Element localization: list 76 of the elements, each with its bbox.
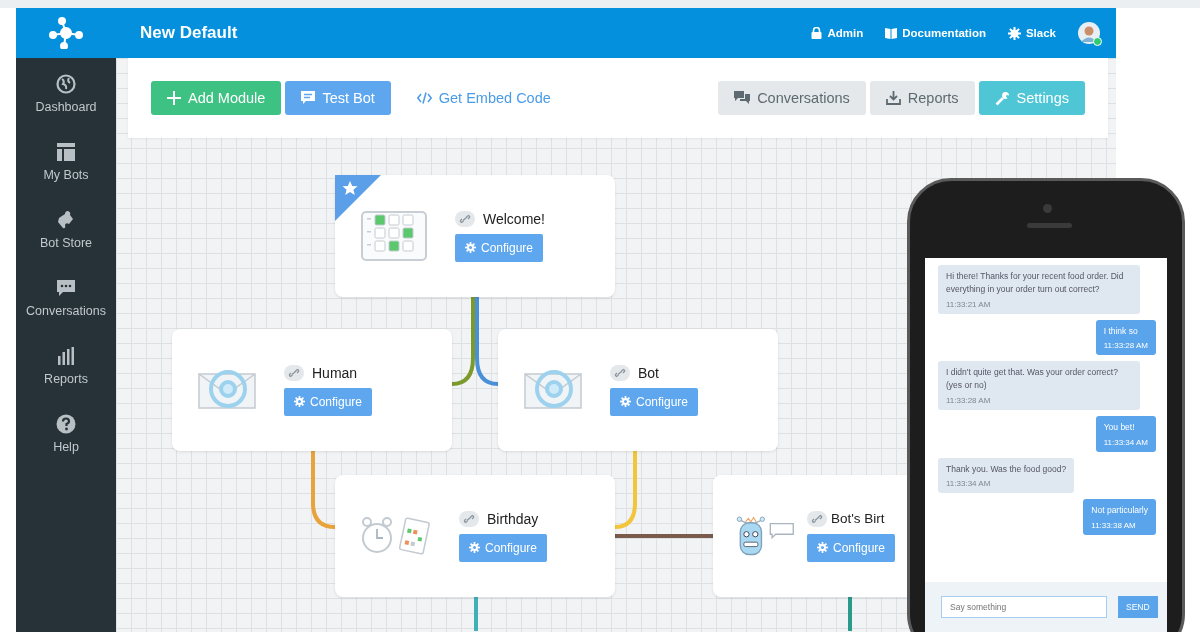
camera-icon: [1043, 204, 1052, 213]
header-link[interactable]: Documentation: [885, 27, 986, 39]
module-card[interactable]: Bot Configure: [498, 329, 778, 451]
link-icon: [459, 510, 479, 527]
module-title: Birthday: [487, 510, 539, 527]
header-link[interactable]: Slack: [1007, 26, 1056, 40]
message-text: Thank you. Was the food good?: [946, 462, 1067, 476]
message-text: I didn't quite get that. Was your order correct? (yes or no): [946, 366, 1119, 392]
layout-icon: [56, 142, 76, 162]
wrench-icon: [994, 90, 1010, 106]
gear-icon: [620, 396, 631, 407]
chat-icon: [56, 278, 76, 298]
module-title: Welcome!: [483, 210, 545, 227]
toolbar-button[interactable]: Reports: [869, 81, 975, 115]
sidebar-item[interactable]: My Bots: [16, 142, 116, 182]
send-button[interactable]: SEND: [1118, 596, 1158, 618]
puzzle-piece-icon: [56, 210, 76, 230]
sidebar-item[interactable]: Dashboard: [16, 74, 116, 114]
configure-button[interactable]: Configure: [459, 533, 547, 562]
message-input[interactable]: Say something: [941, 596, 1107, 618]
message-time: 11:33:28 AM: [946, 395, 992, 405]
module-card[interactable]: Bot's Birt Configure: [713, 475, 907, 597]
message-text: Hi there! Thanks for your recent food order. Did everything in your order turn out correct?: [946, 270, 1125, 296]
help-icon: [56, 414, 76, 434]
link-icon: [455, 210, 475, 227]
module-title: Human: [312, 364, 358, 381]
book-icon: [885, 27, 898, 39]
configure-button[interactable]: Configure: [610, 387, 698, 416]
message-text: You bet!: [1103, 420, 1136, 434]
project-title: New Default: [140, 23, 238, 43]
module-title: Bot's Birt: [831, 511, 885, 526]
message-time: 11:33:21 AM: [946, 299, 992, 309]
globe-icon: [56, 74, 76, 94]
message-icon: [301, 91, 316, 105]
toolbar-button[interactable]: Conversations: [718, 81, 866, 115]
sidebar-item[interactable]: Help: [16, 414, 116, 454]
email-at-icon: [524, 368, 582, 412]
lock-icon: [811, 27, 823, 39]
link-icon: [284, 364, 304, 381]
module-card[interactable]: Human Configure: [172, 329, 452, 451]
gear-icon: [294, 396, 305, 407]
chat-icon: [734, 91, 751, 105]
configure-button[interactable]: Configure: [284, 387, 372, 416]
message-time: 11:33:28 AM: [1103, 341, 1148, 351]
module-card[interactable]: Birthday Configure: [335, 475, 615, 597]
network-logo-icon: [49, 17, 83, 49]
configure-button[interactable]: Configure: [455, 233, 543, 262]
sidebar-item[interactable]: Reports: [16, 346, 116, 386]
speaker-icon: [1027, 223, 1072, 228]
sidebar-item[interactable]: Bot Store: [16, 210, 116, 250]
gear-icon: [469, 542, 480, 553]
email-at-icon: [198, 368, 256, 412]
module-card[interactable]: Welcome! Configure: [335, 175, 615, 297]
bar-chart-icon: [56, 346, 76, 366]
configure-button[interactable]: Configure: [807, 533, 895, 562]
gear-icon: [465, 242, 476, 253]
message-text: Not particularly: [1091, 504, 1148, 517]
message-time: 11:33:38 AM: [1091, 521, 1137, 530]
toolbar-button[interactable]: Test Bot: [285, 81, 391, 115]
sidebar-item[interactable]: Conversations: [16, 278, 116, 318]
embed-code-link[interactable]: Get Embed Code: [400, 81, 567, 115]
checklist-icon: [361, 211, 427, 261]
header-link[interactable]: Admin: [811, 27, 864, 39]
message-time: 11:33:34 AM: [1103, 437, 1148, 447]
link-icon: [610, 364, 630, 381]
user-avatar[interactable]: [1078, 22, 1100, 44]
module-title: Bot: [638, 364, 659, 381]
link-icon: [807, 510, 827, 527]
message-text: I think so: [1103, 324, 1139, 338]
download-icon: [885, 91, 901, 105]
gear-icon: [1007, 26, 1021, 40]
plus-icon: [167, 91, 181, 105]
gear-icon: [817, 542, 828, 553]
code-icon: [416, 92, 432, 104]
clock-calendar-icon: [361, 514, 431, 558]
message-time: 11:33:34 AM: [946, 479, 992, 489]
